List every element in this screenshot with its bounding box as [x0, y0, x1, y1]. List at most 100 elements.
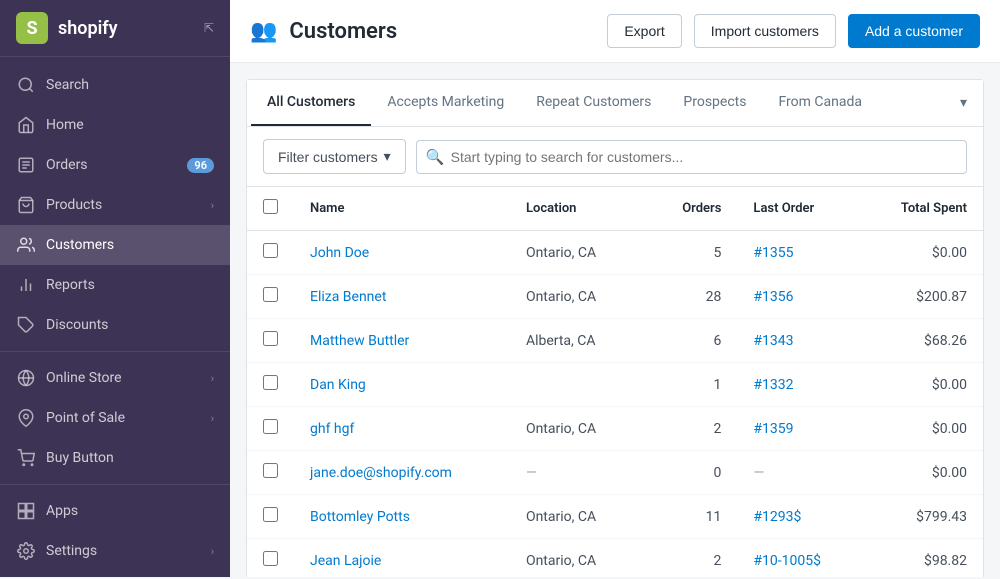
customer-location: Ontario, CA: [510, 495, 649, 539]
customers-icon: 👥: [250, 19, 277, 44]
customer-orders: 6: [649, 319, 737, 363]
home-icon: [16, 115, 36, 135]
sidebar-nav: Search Home Orders 96 Products › Custome…: [0, 57, 230, 579]
em-dash: —: [753, 465, 764, 481]
tabs-bar: All CustomersAccepts MarketingRepeat Cus…: [247, 80, 983, 127]
chevron-icon: ›: [211, 199, 214, 212]
order-link[interactable]: #1343: [753, 333, 793, 349]
row-checkbox[interactable]: [263, 419, 278, 434]
order-link[interactable]: #1332: [753, 377, 793, 393]
customer-location: Ontario, CA: [510, 407, 649, 451]
customer-name-link[interactable]: Matthew Buttler: [310, 333, 409, 349]
order-link[interactable]: #1356: [753, 289, 793, 305]
sidebar: S shopify ⇱ Search Home Orders 96 Produc…: [0, 0, 230, 577]
sidebar-item-label: Products: [46, 197, 201, 213]
table-row: Jean Lajoie Ontario, CA 2 #10-1005$ $98.…: [247, 539, 983, 578]
table-row: Bottomley Potts Ontario, CA 11 #1293$ $7…: [247, 495, 983, 539]
chevron-icon: ›: [211, 545, 214, 558]
export-button[interactable]: Export: [607, 14, 681, 48]
chevron-icon: ›: [211, 412, 214, 425]
sidebar-item-reports[interactable]: Reports: [0, 265, 230, 305]
table-row: John Doe Ontario, CA 5 #1355 $0.00: [247, 231, 983, 275]
customer-orders: 2: [649, 539, 737, 578]
chevron-icon: ›: [211, 372, 214, 385]
nav-divider: [0, 484, 230, 485]
customer-orders: 11: [649, 495, 737, 539]
customer-name-link[interactable]: Dan King: [310, 377, 366, 393]
row-checkbox[interactable]: [263, 331, 278, 346]
col-name: Name: [294, 187, 510, 231]
sidebar-item-customers[interactable]: Customers: [0, 225, 230, 265]
filter-button[interactable]: Filter customers ▾: [263, 139, 406, 174]
customer-last-order: #1293$: [737, 495, 861, 539]
add-customer-button[interactable]: Add a customer: [848, 14, 980, 48]
sidebar-item-home[interactable]: Home: [0, 105, 230, 145]
customer-location: Ontario, CA: [510, 231, 649, 275]
col-location: Location: [510, 187, 649, 231]
order-link[interactable]: #1359: [753, 421, 793, 437]
sidebar-item-label: Home: [46, 117, 214, 133]
shopify-icon: S: [16, 12, 48, 44]
row-checkbox[interactable]: [263, 551, 278, 566]
tab-repeat[interactable]: Repeat Customers: [520, 80, 667, 126]
expand-icon[interactable]: ⇱: [204, 21, 214, 35]
tab-canada[interactable]: From Canada: [762, 80, 878, 126]
customer-name-link[interactable]: ghf hgf: [310, 421, 354, 437]
products-icon: [16, 195, 36, 215]
customer-last-order: #1359: [737, 407, 861, 451]
tab-marketing[interactable]: Accepts Marketing: [371, 80, 520, 126]
sidebar-item-discounts[interactable]: Discounts: [0, 305, 230, 345]
select-all-checkbox[interactable]: [263, 199, 278, 214]
filter-chevron-icon: ▾: [384, 148, 391, 165]
customer-last-order: #10-1005$: [737, 539, 861, 578]
sidebar-item-products[interactable]: Products ›: [0, 185, 230, 225]
customer-name-link[interactable]: Bottomley Potts: [310, 509, 410, 525]
tab-prospects[interactable]: Prospects: [667, 80, 762, 126]
sidebar-item-search[interactable]: Search: [0, 65, 230, 105]
search-input[interactable]: [416, 140, 967, 174]
sidebar-item-settings[interactable]: Settings ›: [0, 531, 230, 571]
row-checkbox[interactable]: [263, 507, 278, 522]
main-content: 👥 Customers Export Import customers Add …: [230, 0, 1000, 577]
table-toolbar: Filter customers ▾ 🔍: [247, 127, 983, 187]
col-last-order: Last Order: [737, 187, 861, 231]
customer-name-link[interactable]: Jean Lajoie: [310, 553, 381, 569]
tabs-more-button[interactable]: ▾: [948, 81, 979, 125]
row-checkbox[interactable]: [263, 243, 278, 258]
sidebar-item-label: Search: [46, 77, 214, 93]
search-icon: [16, 75, 36, 95]
customer-total-spent: $0.00: [861, 231, 983, 275]
customer-orders: 28: [649, 275, 737, 319]
discounts-icon: [16, 315, 36, 335]
point-of-sale-icon: [16, 408, 36, 428]
order-link[interactable]: #1355: [753, 245, 793, 261]
row-checkbox[interactable]: [263, 287, 278, 302]
customer-location: Ontario, CA: [510, 275, 649, 319]
customer-name-link[interactable]: Eliza Bennet: [310, 289, 386, 305]
orders-icon: [16, 155, 36, 175]
sidebar-item-point-of-sale[interactable]: Point of Sale ›: [0, 398, 230, 438]
tab-all[interactable]: All Customers: [251, 80, 371, 126]
customer-orders: 0: [649, 451, 737, 495]
order-link[interactable]: #1293$: [753, 509, 801, 525]
sidebar-item-buy-button[interactable]: Buy Button: [0, 438, 230, 478]
customer-name-link[interactable]: jane.doe@shopify.com: [310, 465, 452, 481]
row-checkbox[interactable]: [263, 375, 278, 390]
sidebar-item-orders[interactable]: Orders 96: [0, 145, 230, 185]
import-button[interactable]: Import customers: [694, 14, 836, 48]
customer-total-spent: $799.43: [861, 495, 983, 539]
customer-last-order: #1355: [737, 231, 861, 275]
customer-name-link[interactable]: John Doe: [310, 245, 369, 261]
sidebar-item-label: Discounts: [46, 317, 214, 333]
customer-orders: 5: [649, 231, 737, 275]
nav-divider: [0, 351, 230, 352]
row-checkbox[interactable]: [263, 463, 278, 478]
order-link[interactable]: #10-1005$: [753, 553, 821, 569]
buy-button-icon: [16, 448, 36, 468]
customer-total-spent: $68.26: [861, 319, 983, 363]
sidebar-logo[interactable]: S shopify ⇱: [0, 0, 230, 57]
sidebar-item-online-store[interactable]: Online Store ›: [0, 358, 230, 398]
sidebar-item-apps[interactable]: Apps: [0, 491, 230, 531]
customer-last-order: #1343: [737, 319, 861, 363]
table-row: Eliza Bennet Ontario, CA 28 #1356 $200.8…: [247, 275, 983, 319]
